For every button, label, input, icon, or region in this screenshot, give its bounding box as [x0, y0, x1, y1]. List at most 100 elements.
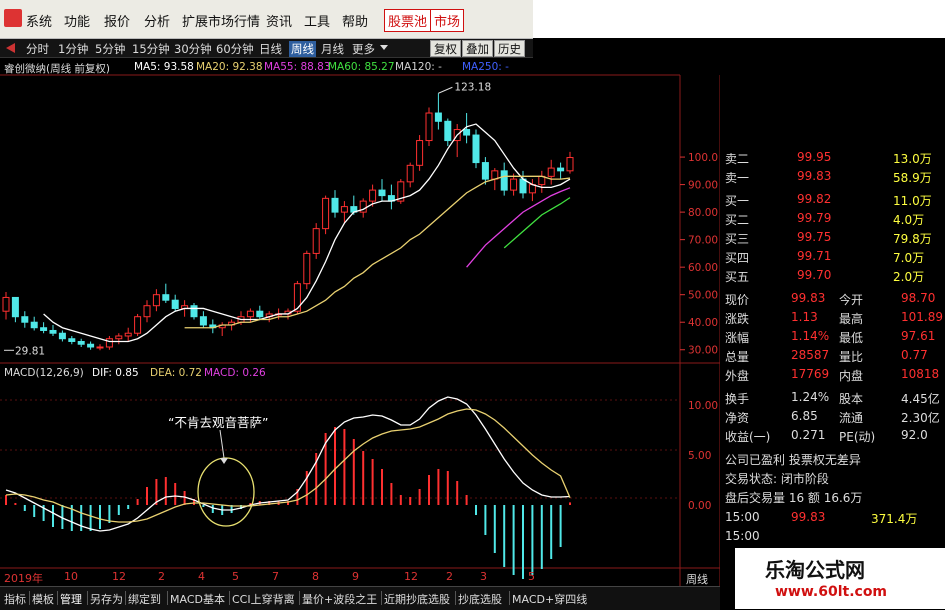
candle-up: [322, 197, 330, 230]
info-row: 盘后交易量 16 额 16.6万: [721, 487, 945, 506]
candle-up: [2, 296, 10, 312]
stat-label: 流通: [839, 411, 864, 425]
buy-label: 买四: [725, 251, 750, 265]
candle-down: [434, 112, 442, 122]
stat-row: 净资 6.85 流通 2.30亿: [721, 407, 945, 426]
stat-label: 收益(一): [725, 430, 771, 444]
time-tick-label: 5: [528, 570, 535, 583]
stat-row: 涨幅 1.14% 最低 97.61: [721, 327, 945, 346]
buy-price: 99.70: [797, 268, 832, 282]
watermark: 乐淘公式网 www.60lt.com: [735, 548, 945, 609]
tick-time: 15:00: [725, 510, 760, 524]
price-tick-label: 90.00: [688, 180, 718, 192]
candle-down: [68, 338, 76, 342]
sell-label: 卖二: [725, 152, 750, 166]
stat-label: 内盘: [839, 369, 864, 383]
buy-label: 买五: [725, 270, 750, 284]
candle-up: [152, 294, 160, 307]
buy-price: 99.82: [797, 192, 832, 206]
tick-time: 15:00: [725, 529, 760, 543]
indicator-tab[interactable]: CCI上穿背离: [232, 591, 295, 607]
buy-price: 99.79: [797, 211, 832, 225]
stat-label: 最高: [839, 312, 864, 326]
buy-price: 99.71: [797, 249, 832, 263]
stat-value: 1.14%: [791, 329, 830, 343]
stat-label: 换手: [725, 392, 750, 406]
watermark-url: www.60lt.com: [775, 584, 888, 600]
stat-value: 97.61: [901, 329, 936, 343]
indicator-tab[interactable]: 抄底选股: [458, 591, 502, 607]
candle-up: [369, 189, 377, 202]
candle-down: [557, 167, 565, 172]
buy-row: 买五 99.70 2.0万: [721, 266, 945, 285]
stat-row: 现价 99.83 今开 98.70: [721, 289, 945, 308]
tab-divider: [125, 591, 126, 605]
stat-row: 总量 28587 量比 0.77: [721, 346, 945, 365]
after-hours-volume: 盘后交易量 16 额 16.6万: [725, 491, 863, 505]
indicator-tab[interactable]: 指标: [4, 591, 26, 607]
stat-value: 6.85: [791, 409, 818, 423]
buy-label: 买三: [725, 232, 750, 246]
kline-chart[interactable]: 100.090.0080.0070.0060.0050.0040.0030.00…: [0, 0, 720, 586]
time-tick-label: 2: [446, 570, 453, 583]
candle-down: [378, 189, 386, 197]
tab-divider: [57, 591, 58, 605]
candle-up: [312, 228, 320, 254]
indicator-tab[interactable]: MACD基本: [170, 591, 225, 607]
indicator-tab[interactable]: MACD+穿四线: [512, 591, 587, 607]
low-mark-label: 29.81: [15, 345, 45, 357]
annotation-circle: [197, 457, 255, 527]
high-mark-line: [438, 86, 453, 94]
candle-down: [11, 296, 19, 318]
chart-frame: [0, 74, 720, 586]
buy-row: 买三 99.75 79.8万: [721, 228, 945, 247]
indicator-tab[interactable]: 管理: [60, 591, 82, 607]
stat-row: 涨跌 1.13 最高 101.89: [721, 308, 945, 327]
candle-down: [77, 340, 85, 345]
period-label: 周线: [686, 573, 708, 586]
stat-value: 2.30亿: [901, 411, 940, 425]
price-tick-label: 60.00: [688, 262, 718, 274]
stat-value: 1.13: [791, 310, 818, 324]
candle-down: [49, 329, 57, 334]
macd-tick-label: 10.00: [688, 400, 718, 412]
stat-label: 今开: [839, 293, 864, 307]
candle-down: [331, 197, 339, 213]
time-tick-label: 5: [232, 570, 239, 583]
ma60-line: [503, 197, 571, 249]
stat-label: 现价: [725, 293, 750, 307]
indicator-tab[interactable]: 另存为: [90, 591, 123, 607]
time-axis: 2019年 10 12 2 4 5 7 8 9 12 2 3 5: [0, 570, 720, 585]
time-tick-label: 4: [198, 570, 205, 583]
stat-label: 外盘: [725, 369, 750, 383]
company-info: 公司已盈利 投票权无差异: [725, 453, 861, 467]
candle-down: [30, 321, 38, 329]
candle-down: [481, 162, 489, 180]
price-tick-label: 100.0: [688, 152, 718, 164]
candle-down: [519, 178, 527, 194]
candle-down: [256, 310, 264, 318]
candle-up: [105, 338, 113, 348]
stat-value: 99.83: [791, 291, 826, 305]
candle-up: [416, 140, 424, 166]
time-tick-label: 9: [352, 570, 359, 583]
annotation-arrow: [219, 429, 225, 459]
stat-value: 10818: [901, 367, 940, 381]
indicator-tab[interactable]: 近期抄底选股: [384, 591, 450, 607]
stat-label: 量比: [839, 350, 864, 364]
indicator-tab[interactable]: 模板: [32, 591, 54, 607]
indicator-tab[interactable]: 绑定到: [128, 591, 161, 607]
sell-row: 卖二 99.95 13.0万: [721, 148, 945, 167]
ma5-line: [43, 123, 571, 343]
candle-down: [171, 299, 179, 309]
watermark-title: 乐淘公式网: [765, 558, 865, 582]
stat-row: 换手 1.24% 股本 4.45亿: [721, 388, 945, 407]
candle-up: [406, 164, 414, 183]
candle-up: [547, 167, 555, 177]
indicator-tab[interactable]: 量价+波段之王: [302, 591, 377, 607]
sell-volume: 58.9万: [893, 171, 932, 185]
candlesticks: [2, 93, 574, 351]
time-tick-label: 8: [312, 570, 319, 583]
buy-price: 99.75: [797, 230, 832, 244]
buy-row: 买四 99.71 7.0万: [721, 247, 945, 266]
